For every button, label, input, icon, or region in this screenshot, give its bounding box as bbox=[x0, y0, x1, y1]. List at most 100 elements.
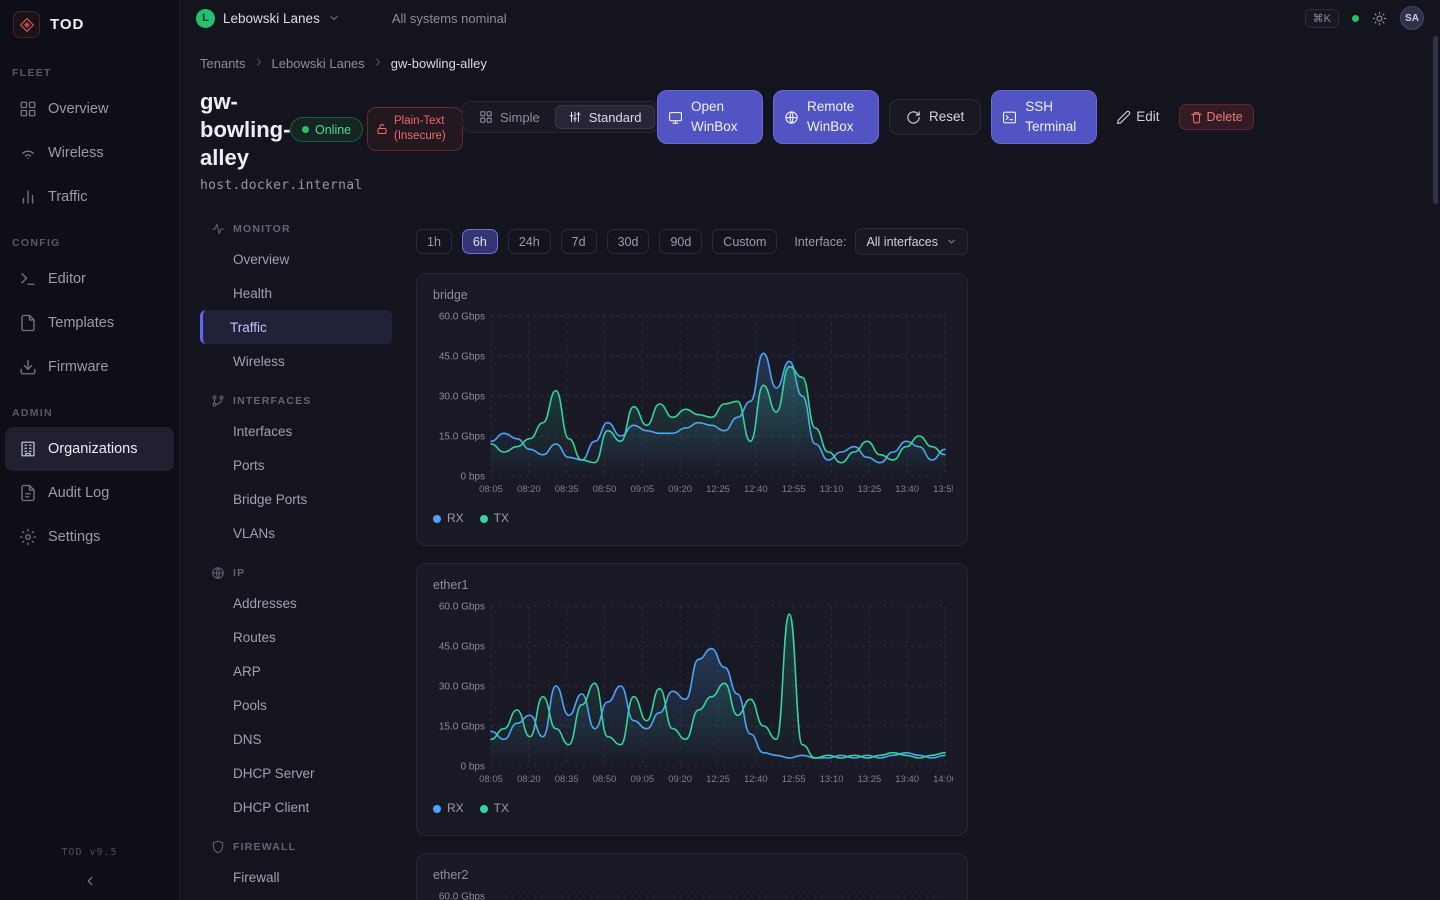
app-logo: TOD bbox=[0, 0, 179, 49]
time-range-6h[interactable]: 6h bbox=[462, 229, 498, 254]
ssh-icon bbox=[1002, 110, 1017, 125]
sidebar-item-settings[interactable]: Settings bbox=[5, 515, 174, 559]
interface-select[interactable]: All interfaces bbox=[855, 228, 968, 255]
globe-icon bbox=[784, 110, 799, 125]
sidebar-item-organizations[interactable]: Organizations bbox=[5, 427, 174, 471]
subnav-item-dns[interactable]: DNS bbox=[200, 722, 392, 756]
sidebar-item-overview[interactable]: Overview bbox=[5, 87, 174, 131]
svg-text:14:00: 14:00 bbox=[933, 774, 953, 785]
remote-winbox-button[interactable]: Remote WinBox bbox=[773, 90, 879, 144]
view-mode-label: Simple bbox=[500, 110, 540, 125]
legend-tx: TX bbox=[480, 511, 509, 525]
view-mode-standard[interactable]: Standard bbox=[555, 105, 655, 129]
button-label: Reset bbox=[929, 107, 964, 127]
button-label: Delete bbox=[1207, 108, 1243, 126]
svg-text:45.0 Gbps: 45.0 Gbps bbox=[439, 642, 485, 653]
chart-title: bridge bbox=[433, 288, 951, 302]
time-range-30d[interactable]: 30d bbox=[607, 229, 650, 254]
subnav-item-firewall[interactable]: Firewall bbox=[200, 860, 392, 894]
sidebar-item-traffic[interactable]: Traffic bbox=[5, 175, 174, 219]
svg-text:09:20: 09:20 bbox=[668, 484, 692, 495]
chart-card-bridge: bridge60.0 Gbps45.0 Gbps30.0 Gbps15.0 Gb… bbox=[416, 273, 968, 546]
subnav-item-vlans[interactable]: VLANs bbox=[200, 516, 392, 550]
sidebar-item-label: Wireless bbox=[48, 145, 104, 161]
subnav-item-wireless[interactable]: Wireless bbox=[200, 344, 392, 378]
sidebar-item-templates[interactable]: Templates bbox=[5, 301, 174, 345]
interface-select-value: All interfaces bbox=[866, 235, 938, 249]
view-mode-label: Standard bbox=[589, 110, 642, 125]
sidebar-item-wireless[interactable]: Wireless bbox=[5, 131, 174, 175]
sidebar-item-firmware[interactable]: Firmware bbox=[5, 345, 174, 389]
subnav-section-label: INTERFACES bbox=[233, 395, 312, 407]
charts-list: bridge 60.0 Gbps45.0 Gbps30.0 Gbps15.0 Gb… bbox=[416, 273, 1440, 900]
app-title: TOD bbox=[50, 16, 84, 33]
app-version: TOD v9.5 bbox=[0, 847, 179, 858]
view-mode-simple[interactable]: Simple bbox=[466, 105, 553, 129]
sidebar-item-editor[interactable]: Editor bbox=[5, 257, 174, 301]
subnav-item-routes[interactable]: Routes bbox=[200, 620, 392, 654]
chart-title: ether2 bbox=[433, 868, 951, 882]
svg-text:60.0 Gbps: 60.0 Gbps bbox=[439, 312, 485, 323]
security-warning-badge: Plain-Text (Insecure) bbox=[367, 107, 463, 151]
sidebar-collapse-button[interactable] bbox=[0, 868, 179, 894]
building-icon bbox=[19, 440, 37, 458]
time-range-24h[interactable]: 24h bbox=[508, 229, 551, 254]
svg-text:12:25: 12:25 bbox=[706, 774, 730, 785]
wifi-icon bbox=[19, 144, 37, 162]
scrollbar[interactable] bbox=[1433, 36, 1438, 898]
svg-text:08:20: 08:20 bbox=[517, 484, 541, 495]
grid-icon bbox=[479, 110, 493, 124]
svg-text:08:50: 08:50 bbox=[593, 774, 617, 785]
tenant-switcher[interactable]: L Lebowski Lanes bbox=[196, 9, 340, 28]
subnav-item-interfaces[interactable]: Interfaces bbox=[200, 414, 392, 448]
app-logo-icon bbox=[13, 11, 40, 38]
subnav-section-monitor: MONITOR bbox=[200, 222, 392, 236]
subnav-item-traffic[interactable]: Traffic bbox=[200, 310, 392, 344]
breadcrumb-item-lebowski-lanes[interactable]: Lebowski Lanes bbox=[272, 56, 365, 71]
edit-button[interactable]: Edit bbox=[1107, 101, 1168, 133]
subnav-item-ports[interactable]: Ports bbox=[200, 448, 392, 482]
subnav-item-overview[interactable]: Overview bbox=[200, 242, 392, 276]
subnav-section-interfaces: INTERFACES bbox=[200, 394, 392, 408]
open-winbox-button[interactable]: Open WinBox bbox=[657, 90, 763, 144]
subnav-item-pools[interactable]: Pools bbox=[200, 688, 392, 722]
subnav-item-addresses[interactable]: Addresses bbox=[200, 586, 392, 620]
svg-text:08:35: 08:35 bbox=[555, 774, 579, 785]
time-range-group: 1h 6h 24h 7d 30d 90d Custom bbox=[416, 229, 777, 254]
svg-text:12:25: 12:25 bbox=[706, 484, 730, 495]
sidebar-item-label: Editor bbox=[48, 271, 86, 287]
subnav-item-arp[interactable]: ARP bbox=[200, 654, 392, 688]
topbar: L Lebowski Lanes All systems nominal ⌘K … bbox=[180, 0, 1440, 36]
time-range-1h[interactable]: 1h bbox=[416, 229, 452, 254]
time-range-90d[interactable]: 90d bbox=[659, 229, 702, 254]
subnav-item-health[interactable]: Health bbox=[200, 276, 392, 310]
button-label: Edit bbox=[1136, 107, 1159, 127]
scrollbar-thumb[interactable] bbox=[1433, 36, 1438, 204]
branch-icon bbox=[211, 394, 225, 408]
subnav-item-dhcp-server[interactable]: DHCP Server bbox=[200, 756, 392, 790]
sidebar-section-label-config: CONFIG bbox=[12, 237, 167, 249]
delete-button[interactable]: Delete bbox=[1179, 104, 1254, 130]
subnav-item-dhcp-client[interactable]: DHCP Client bbox=[200, 790, 392, 824]
command-palette-shortcut[interactable]: ⌘K bbox=[1305, 9, 1339, 28]
breadcrumb-item-tenants[interactable]: Tenants bbox=[200, 56, 246, 71]
tenant-avatar: L bbox=[196, 9, 215, 28]
chart-plot: 60.0 Gbps45.0 Gbps30.0 Gbps15.0 Gbps0 bp… bbox=[433, 596, 953, 796]
subnav-item-mangle[interactable]: Mangle bbox=[200, 894, 392, 900]
ssh-terminal-button[interactable]: SSH Terminal bbox=[991, 90, 1097, 144]
sidebar-item-label: Overview bbox=[48, 101, 108, 117]
subnav-item-bridge-ports[interactable]: Bridge Ports bbox=[200, 482, 392, 516]
sidebar-section-label-admin: ADMIN bbox=[12, 407, 167, 419]
system-status: All systems nominal bbox=[392, 11, 507, 26]
svg-text:12:55: 12:55 bbox=[782, 484, 806, 495]
time-range-7d[interactable]: 7d bbox=[561, 229, 597, 254]
user-avatar[interactable]: SA bbox=[1400, 6, 1424, 30]
shield-icon bbox=[211, 840, 225, 854]
reset-button[interactable]: Reset bbox=[889, 99, 981, 135]
theme-toggle-button[interactable] bbox=[1372, 11, 1387, 26]
breadcrumb-item-gw-bowling-alley: gw-bowling-alley bbox=[391, 56, 487, 71]
chart-plot: 60.0 Gbps45.0 Gbps30.0 Gbps15.0 Gbps0 bp… bbox=[433, 886, 953, 900]
sidebar-item-audit-log[interactable]: Audit Log bbox=[5, 471, 174, 515]
device-subnav: MONITOR OverviewHealthTrafficWireless INTE… bbox=[200, 206, 392, 900]
time-range-custom[interactable]: Custom bbox=[712, 229, 777, 254]
